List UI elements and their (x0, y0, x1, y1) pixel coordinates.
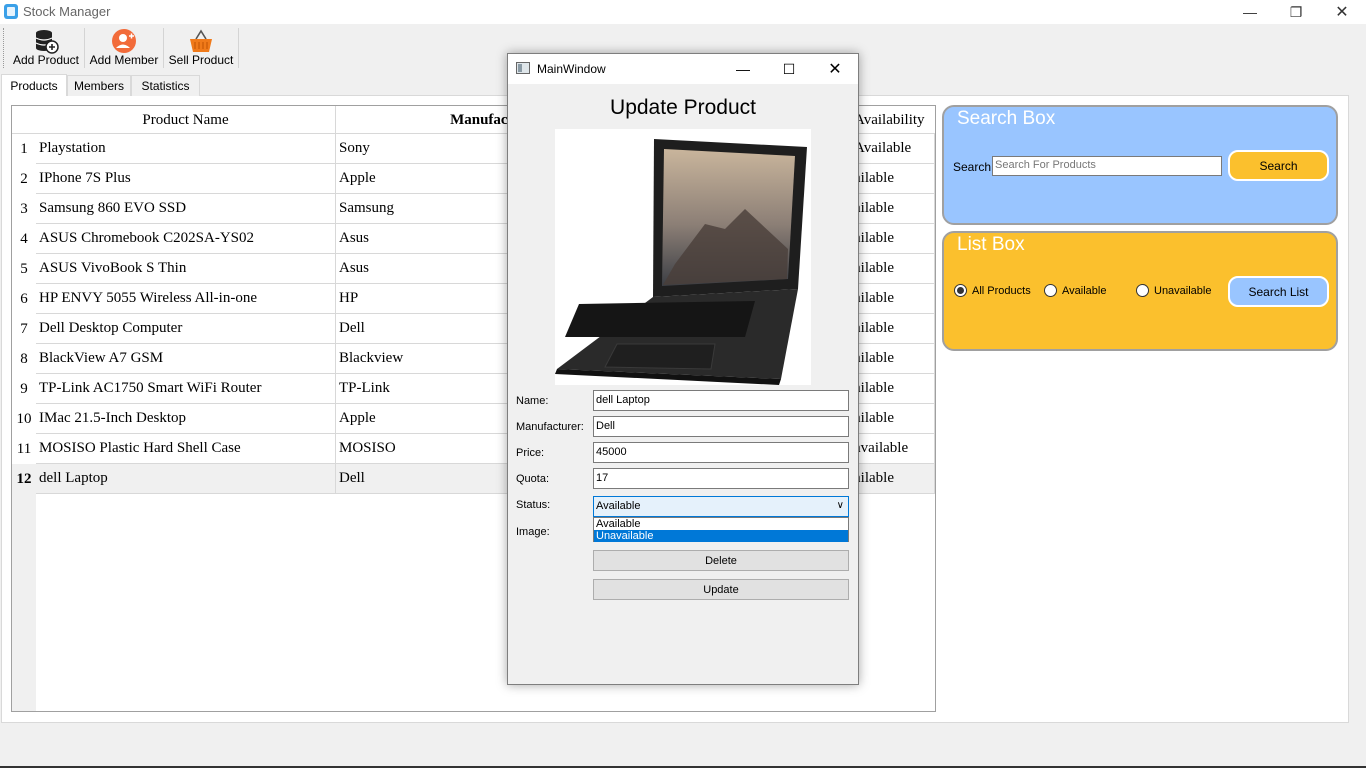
dialog-minimize-button[interactable]: — (720, 54, 766, 84)
app-icon (4, 4, 18, 19)
toolbar-separator (163, 28, 164, 68)
manufacturer-label: Manufacturer: (516, 421, 584, 433)
search-box-panel: Search Box Search Search For Products Se… (942, 105, 1338, 225)
tab-products[interactable]: Products (1, 74, 67, 96)
dialog-maximize-button[interactable]: ☐ (766, 54, 812, 84)
radio-unavailable[interactable]: Unavailable (1136, 284, 1211, 297)
app-titlebar: Stock Manager — ❐ ✕ (0, 0, 1366, 24)
radio-all-products-label: All Products (972, 284, 1031, 297)
dialog-title: MainWindow (537, 62, 606, 76)
dialog-close-button[interactable]: ✕ (812, 54, 858, 84)
row-number[interactable]: 10 (12, 404, 36, 434)
status-option-unavailable[interactable]: Unavailable (594, 530, 848, 542)
app-title: Stock Manager (23, 4, 111, 19)
row-number[interactable]: 4 (12, 224, 36, 254)
user-add-icon (112, 29, 136, 53)
status-select-value: Available (596, 500, 641, 512)
cell-product-name[interactable]: Playstation (36, 134, 336, 164)
cell-product-name[interactable]: IMac 21.5-Inch Desktop (36, 404, 336, 434)
tab-members[interactable]: Members (67, 75, 131, 96)
row-number[interactable]: 2 (12, 164, 36, 194)
add-product-button[interactable]: Add Product (10, 24, 82, 70)
toolbar-separator (238, 28, 239, 68)
row-number[interactable]: 5 (12, 254, 36, 284)
toolbar-separator (84, 28, 85, 68)
cell-product-name[interactable]: Dell Desktop Computer (36, 314, 336, 344)
radio-all-products[interactable]: All Products (954, 284, 1031, 297)
cell-product-name[interactable]: TP-Link AC1750 Smart WiFi Router (36, 374, 336, 404)
cell-product-name[interactable]: IPhone 7S Plus (36, 164, 336, 194)
radio-available-label: Available (1062, 284, 1107, 297)
cell-product-name[interactable]: ASUS VivoBook S Thin (36, 254, 336, 284)
row-number[interactable]: 3 (12, 194, 36, 224)
search-button[interactable]: Search (1228, 150, 1329, 181)
close-button[interactable]: ✕ (1319, 0, 1365, 24)
status-select[interactable]: Available ∨ (593, 496, 849, 517)
add-member-label: Add Member (89, 53, 159, 67)
name-input[interactable]: dell Laptop (593, 390, 849, 411)
window-icon (516, 62, 530, 74)
dialog-titlebar: MainWindow — ☐ ✕ (508, 54, 858, 84)
row-number[interactable]: 1 (12, 134, 36, 164)
cell-product-name[interactable]: BlackView A7 GSM (36, 344, 336, 374)
search-box-title: Search Box (954, 108, 1059, 130)
search-input[interactable]: Search For Products (992, 156, 1222, 176)
radio-unavailable-label: Unavailable (1154, 284, 1212, 297)
sell-product-button[interactable]: Sell Product (167, 24, 235, 70)
column-header-product-name[interactable]: Product Name (36, 106, 336, 134)
row-number[interactable]: 7 (12, 314, 36, 344)
cell-product-name[interactable]: ASUS Chromebook C202SA-YS02 (36, 224, 336, 254)
name-label: Name: (516, 395, 549, 407)
update-product-dialog: MainWindow — ☐ ✕ Update Product Name: de… (507, 53, 859, 685)
update-button[interactable]: Update (593, 579, 849, 600)
status-option-available[interactable]: Available (594, 518, 848, 530)
chevron-down-icon: ∨ (836, 500, 844, 511)
minimize-button[interactable]: — (1227, 0, 1273, 24)
radio-dot-selected (954, 284, 967, 297)
quota-input[interactable]: 17 (593, 468, 849, 489)
status-dropdown-list: Available Unavailable (593, 517, 849, 542)
database-add-icon (35, 30, 59, 54)
price-input[interactable]: 45000 (593, 442, 849, 463)
cell-product-name[interactable]: HP ENVY 5055 Wireless All-in-one (36, 284, 336, 314)
tab-statistics[interactable]: Statistics (131, 75, 200, 96)
add-product-label: Add Product (12, 53, 80, 67)
search-list-button[interactable]: Search List (1228, 276, 1329, 307)
dialog-heading: Update Product (610, 96, 756, 119)
radio-dot (1136, 284, 1149, 297)
row-number[interactable]: 8 (12, 344, 36, 374)
row-number[interactable]: 9 (12, 374, 36, 404)
cell-product-name[interactable]: MOSISO Plastic Hard Shell Case (36, 434, 336, 464)
list-box-title: List Box (954, 234, 1028, 256)
quota-label: Quota: (516, 473, 550, 485)
sell-product-label: Sell Product (168, 53, 234, 67)
cell-product-name[interactable]: dell Laptop (36, 464, 336, 494)
delete-button[interactable]: Delete (593, 550, 849, 571)
add-member-button[interactable]: Add Member (88, 24, 160, 70)
basket-icon (190, 29, 212, 52)
price-label: Price: (516, 447, 545, 459)
row-number[interactable]: 11 (12, 434, 36, 464)
radio-available[interactable]: Available (1044, 284, 1106, 297)
toolbar-grip[interactable] (3, 28, 6, 68)
status-label: Status: (516, 499, 551, 511)
row-number[interactable]: 6 (12, 284, 36, 314)
manufacturer-input[interactable]: Dell (593, 416, 849, 437)
cell-product-name[interactable]: Samsung 860 EVO SSD (36, 194, 336, 224)
image-label: Image: (516, 526, 550, 538)
row-number[interactable]: 12 (12, 464, 36, 494)
list-box-panel: List Box All Products Available Unavaila… (942, 231, 1338, 351)
restore-button[interactable]: ❐ (1273, 0, 1319, 24)
product-image (555, 129, 811, 385)
radio-dot (1044, 284, 1057, 297)
search-label: Search (953, 160, 992, 174)
